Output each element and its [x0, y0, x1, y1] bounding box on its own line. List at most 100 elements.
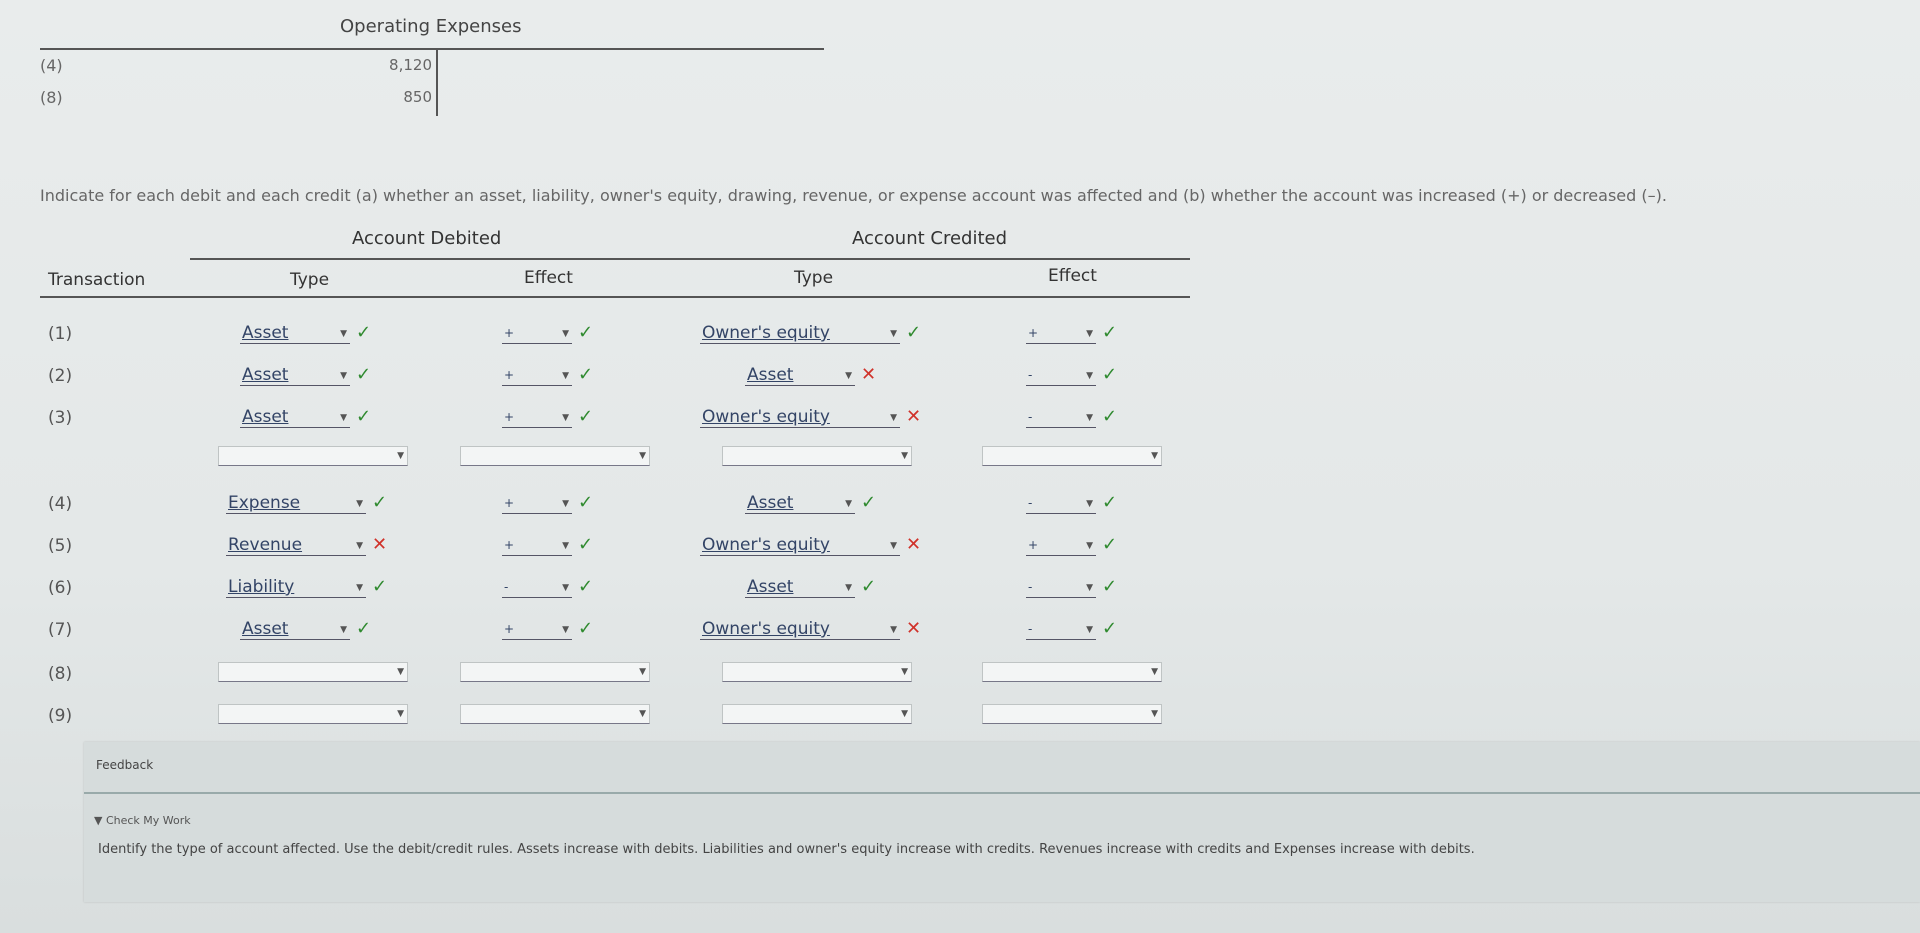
debit-effect-select[interactable]: + ▼	[502, 322, 572, 344]
t-account-row-label: (8)	[40, 88, 63, 107]
credit-effect-select[interactable]: ▼	[982, 446, 1162, 466]
debit-effect-select[interactable]: ▼	[460, 446, 650, 466]
t-account-row-label: (4)	[40, 56, 63, 75]
correct-check-icon: ✓	[1102, 364, 1118, 385]
t-account-title: Operating Expenses	[340, 16, 522, 37]
debit-effect-select[interactable]: + ▼	[502, 618, 572, 640]
credit-effect-select[interactable]: - ▼	[1026, 492, 1096, 514]
correct-check-icon: ✓	[1102, 576, 1118, 597]
debit-effect-select[interactable]: - ▼	[502, 576, 572, 598]
credit-type-select[interactable]: ▼	[722, 704, 912, 724]
credit-type-select[interactable]: Owner's equity ▼	[700, 618, 900, 640]
credit-type-select-value: Owner's equity	[702, 407, 830, 427]
incorrect-x-icon: ✕	[372, 534, 388, 555]
debit-effect-select-value: +	[504, 622, 515, 636]
transaction-label: (3)	[48, 408, 73, 428]
correct-check-icon: ✓	[372, 576, 388, 597]
credit-effect-select[interactable]: - ▼	[1026, 406, 1096, 428]
debit-type-select-value: Asset	[242, 407, 289, 427]
debit-type-select[interactable]: ▼	[218, 704, 408, 724]
chevron-down-icon: ▼	[890, 413, 897, 423]
debit-type-select[interactable]: Asset ▼	[240, 406, 350, 428]
instructions-text: Indicate for each debit and each credit …	[40, 186, 1667, 205]
debit-type-select[interactable]: ▼	[218, 662, 408, 682]
debit-type-select-value: Asset	[242, 365, 289, 385]
debit-effect-select[interactable]: + ▼	[502, 534, 572, 556]
credit-effect-select[interactable]: + ▼	[1026, 534, 1096, 556]
incorrect-x-icon: ✕	[906, 406, 922, 427]
correct-check-icon: ✓	[578, 364, 594, 385]
credit-effect-select[interactable]: ▼	[982, 704, 1162, 724]
debit-effect-select[interactable]: + ▼	[502, 492, 572, 514]
incorrect-x-icon: ✕	[906, 618, 922, 639]
credit-type-select[interactable]: Asset ▼	[745, 364, 855, 386]
debit-effect-select[interactable]: ▼	[460, 662, 650, 682]
col-header-credit-effect: Effect	[1048, 266, 1097, 286]
transaction-label: (8)	[48, 664, 73, 684]
check-my-work-toggle[interactable]: ▼ Check My Work	[94, 814, 191, 827]
chevron-down-icon: ▼	[397, 709, 404, 719]
correct-check-icon: ✓	[578, 618, 594, 639]
debit-type-select[interactable]: Revenue ▼	[226, 534, 366, 556]
debit-type-select[interactable]: Asset ▼	[240, 322, 350, 344]
feedback-panel: Feedback ▼ Check My Work Identify the ty…	[84, 742, 1920, 902]
feedback-text: Identify the type of account affected. U…	[98, 842, 1475, 857]
transaction-label: (6)	[48, 578, 73, 598]
credit-type-select[interactable]: Asset ▼	[745, 576, 855, 598]
debit-type-select[interactable]: Asset ▼	[240, 618, 350, 640]
chevron-down-icon: ▼	[356, 499, 363, 509]
credit-effect-select-value: +	[1028, 326, 1039, 340]
credit-effect-select[interactable]: - ▼	[1026, 364, 1096, 386]
credit-effect-select[interactable]: - ▼	[1026, 576, 1096, 598]
debit-type-select[interactable]: ▼	[218, 446, 408, 466]
chevron-down-icon: ▼	[639, 451, 646, 461]
credit-effect-select[interactable]: + ▼	[1026, 322, 1096, 344]
group-header-line	[190, 258, 1190, 260]
chevron-down-icon: ▼	[397, 667, 404, 677]
correct-check-icon: ✓	[578, 322, 594, 343]
debit-type-select[interactable]: Liability ▼	[226, 576, 366, 598]
chevron-down-icon: ▼	[845, 499, 852, 509]
credit-type-select-value: Owner's equity	[702, 619, 830, 639]
col-header-transaction: Transaction	[48, 270, 146, 290]
credit-effect-select[interactable]: ▼	[982, 662, 1162, 682]
chevron-down-icon: ▼	[356, 583, 363, 593]
col-header-credit-type: Type	[794, 268, 834, 288]
incorrect-x-icon: ✕	[906, 534, 922, 555]
chevron-down-icon: ▼	[1086, 625, 1093, 635]
correct-check-icon: ✓	[578, 492, 594, 513]
chevron-down-icon: ▼	[340, 625, 347, 635]
debit-effect-select[interactable]: ▼	[460, 704, 650, 724]
credit-type-select[interactable]: ▼	[722, 446, 912, 466]
debit-effect-select-value: +	[504, 538, 515, 552]
transaction-label: (2)	[48, 366, 73, 386]
credit-type-select[interactable]: ▼	[722, 662, 912, 682]
chevron-down-icon: ▼	[1086, 413, 1093, 423]
header-account-debited: Account Debited	[352, 228, 502, 249]
correct-check-icon: ✓	[356, 364, 372, 385]
t-account-row-value: 850	[403, 88, 432, 106]
credit-type-select[interactable]: Owner's equity ▼	[700, 406, 900, 428]
debit-type-select[interactable]: Expense ▼	[226, 492, 366, 514]
chevron-down-icon: ▼	[901, 709, 908, 719]
correct-check-icon: ✓	[1102, 492, 1118, 513]
col-header-debit-effect: Effect	[524, 268, 573, 288]
chevron-down-icon: ▼	[562, 541, 569, 551]
debit-effect-select[interactable]: + ▼	[502, 364, 572, 386]
feedback-title: Feedback	[96, 758, 154, 772]
chevron-down-icon: ▼	[1086, 541, 1093, 551]
chevron-down-icon: ▼	[562, 625, 569, 635]
col-header-debit-type: Type	[290, 270, 330, 290]
chevron-down-icon: ▼	[1151, 451, 1158, 461]
credit-effect-select[interactable]: - ▼	[1026, 618, 1096, 640]
credit-type-select[interactable]: Asset ▼	[745, 492, 855, 514]
credit-type-select[interactable]: Owner's equity ▼	[700, 322, 900, 344]
debit-type-select[interactable]: Asset ▼	[240, 364, 350, 386]
transaction-label: (4)	[48, 494, 73, 514]
credit-type-select[interactable]: Owner's equity ▼	[700, 534, 900, 556]
correct-check-icon: ✓	[861, 492, 877, 513]
correct-check-icon: ✓	[1102, 534, 1118, 555]
chevron-down-icon: ▼	[639, 667, 646, 677]
debit-effect-select[interactable]: + ▼	[502, 406, 572, 428]
t-account-row-value: 8,120	[389, 56, 432, 74]
